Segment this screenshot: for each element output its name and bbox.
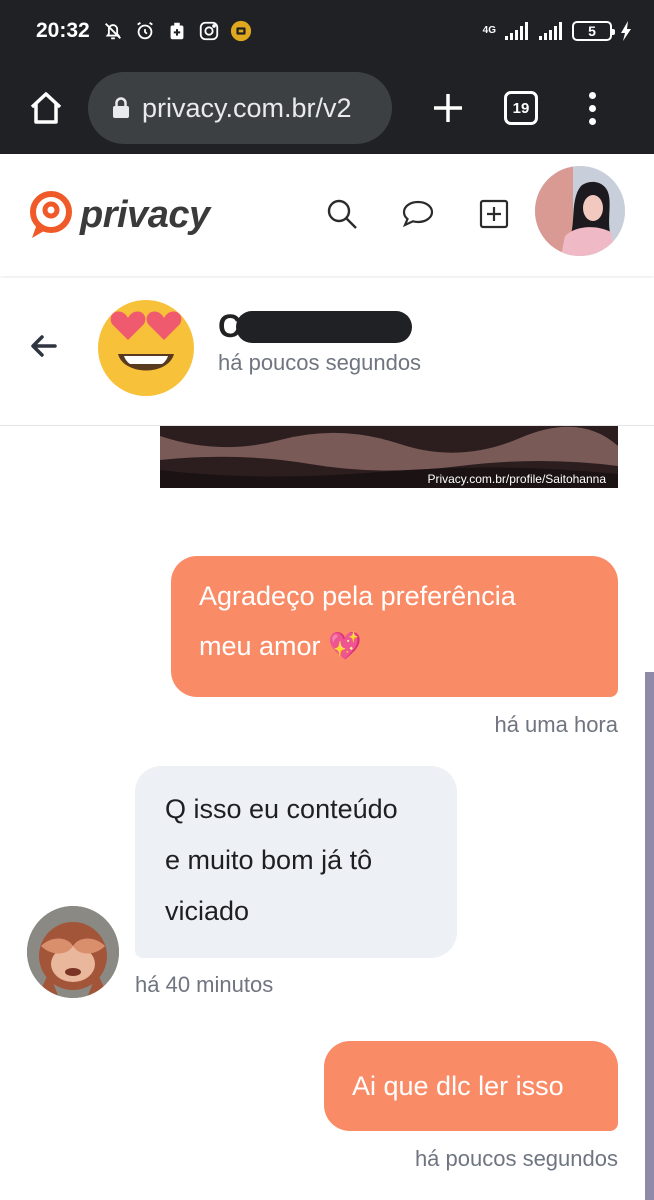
menu-dot <box>588 104 596 112</box>
app-notification-icon <box>230 20 251 42</box>
media-attachment[interactable]: Privacy.com.br/profile/Saitohanna <box>160 426 618 488</box>
status-time: 20:32 <box>36 19 90 42</box>
message-line: meu amor 💖 <box>199 631 362 661</box>
privacy-logo-icon <box>30 191 72 238</box>
chat-scrollbar[interactable] <box>645 672 654 1200</box>
browser-toolbar: privacy.com.br/v2 19 <box>0 62 654 154</box>
chat-header: C há poucos segundos <box>0 278 654 426</box>
medical-bag-icon <box>170 22 184 40</box>
browser-menu-button[interactable] <box>582 91 602 125</box>
message-bubble-outgoing[interactable]: Agradeço pela preferência meu amor 💖 <box>171 556 618 697</box>
message-bubble-outgoing[interactable]: Ai que dlc ler isso <box>324 1041 618 1131</box>
home-icon <box>30 92 62 124</box>
address-bar[interactable]: privacy.com.br/v2 <box>88 72 392 144</box>
alarm-icon <box>136 21 153 40</box>
sender-avatar[interactable] <box>27 906 119 998</box>
url-text: privacy.com.br/v2 <box>142 92 352 123</box>
battery-icon: 5 <box>572 21 615 41</box>
plus-icon <box>434 94 462 122</box>
plus-square-icon <box>479 199 509 229</box>
lock-icon <box>113 97 129 118</box>
messages-button[interactable] <box>398 194 438 234</box>
chat-thread[interactable]: Privacy.com.br/profile/Saitohanna Agrade… <box>0 426 654 1200</box>
charging-bolt-icon <box>621 21 631 41</box>
network-type: 4G <box>482 25 496 36</box>
search-icon <box>327 199 357 229</box>
message-line: Q isso eu conteúdo <box>165 794 398 824</box>
message-line: Ai que dlc ler isso <box>352 1071 564 1101</box>
media-watermark: Privacy.com.br/profile/Saitohanna <box>427 472 606 486</box>
chat-bubble-icon <box>402 200 434 228</box>
status-system-icons: 4G 5 <box>483 20 632 42</box>
message-timestamp: há 40 minutos <box>135 972 274 997</box>
home-button[interactable] <box>22 84 70 132</box>
back-arrow-icon[interactable] <box>28 330 60 362</box>
bell-muted-icon <box>104 23 121 40</box>
message-timestamp: há poucos segundos <box>414 1146 618 1171</box>
header-actions <box>322 194 514 234</box>
message-line: viciado <box>165 896 250 926</box>
see-no-evil-monkey-avatar <box>27 906 119 998</box>
menu-dot <box>588 91 596 99</box>
signal-icon-2 <box>539 22 562 40</box>
status-notification-icons <box>102 20 252 42</box>
logo-wordmark: privacy <box>80 193 210 236</box>
message-line: e muito bom já tô <box>165 845 373 875</box>
signal-icon <box>505 22 528 40</box>
message-line: Agradeço pela preferência <box>199 581 516 611</box>
privacy-logo[interactable]: privacy <box>28 190 210 240</box>
search-button[interactable] <box>322 194 362 234</box>
status-bar: 20:32 4G 5 <box>0 0 654 62</box>
instagram-icon <box>199 21 218 41</box>
user-avatar[interactable] <box>535 166 625 256</box>
user-avatar-photo <box>535 166 625 256</box>
heart-eyes-emoji-avatar[interactable] <box>94 294 198 398</box>
message-timestamp: há uma hora <box>494 712 618 737</box>
tab-switcher-button[interactable]: 19 <box>504 91 538 125</box>
last-seen-status: há poucos segundos <box>218 350 422 375</box>
redacted-name-bar <box>236 311 412 343</box>
site-header: privacy <box>0 154 654 276</box>
message-bubble-incoming[interactable]: Q isso eu conteúdo e muito bom já tô vic… <box>135 766 457 958</box>
battery-level: 5 <box>588 23 596 39</box>
create-post-button[interactable] <box>474 194 514 234</box>
menu-dot <box>588 117 596 125</box>
new-tab-button[interactable] <box>426 86 470 130</box>
